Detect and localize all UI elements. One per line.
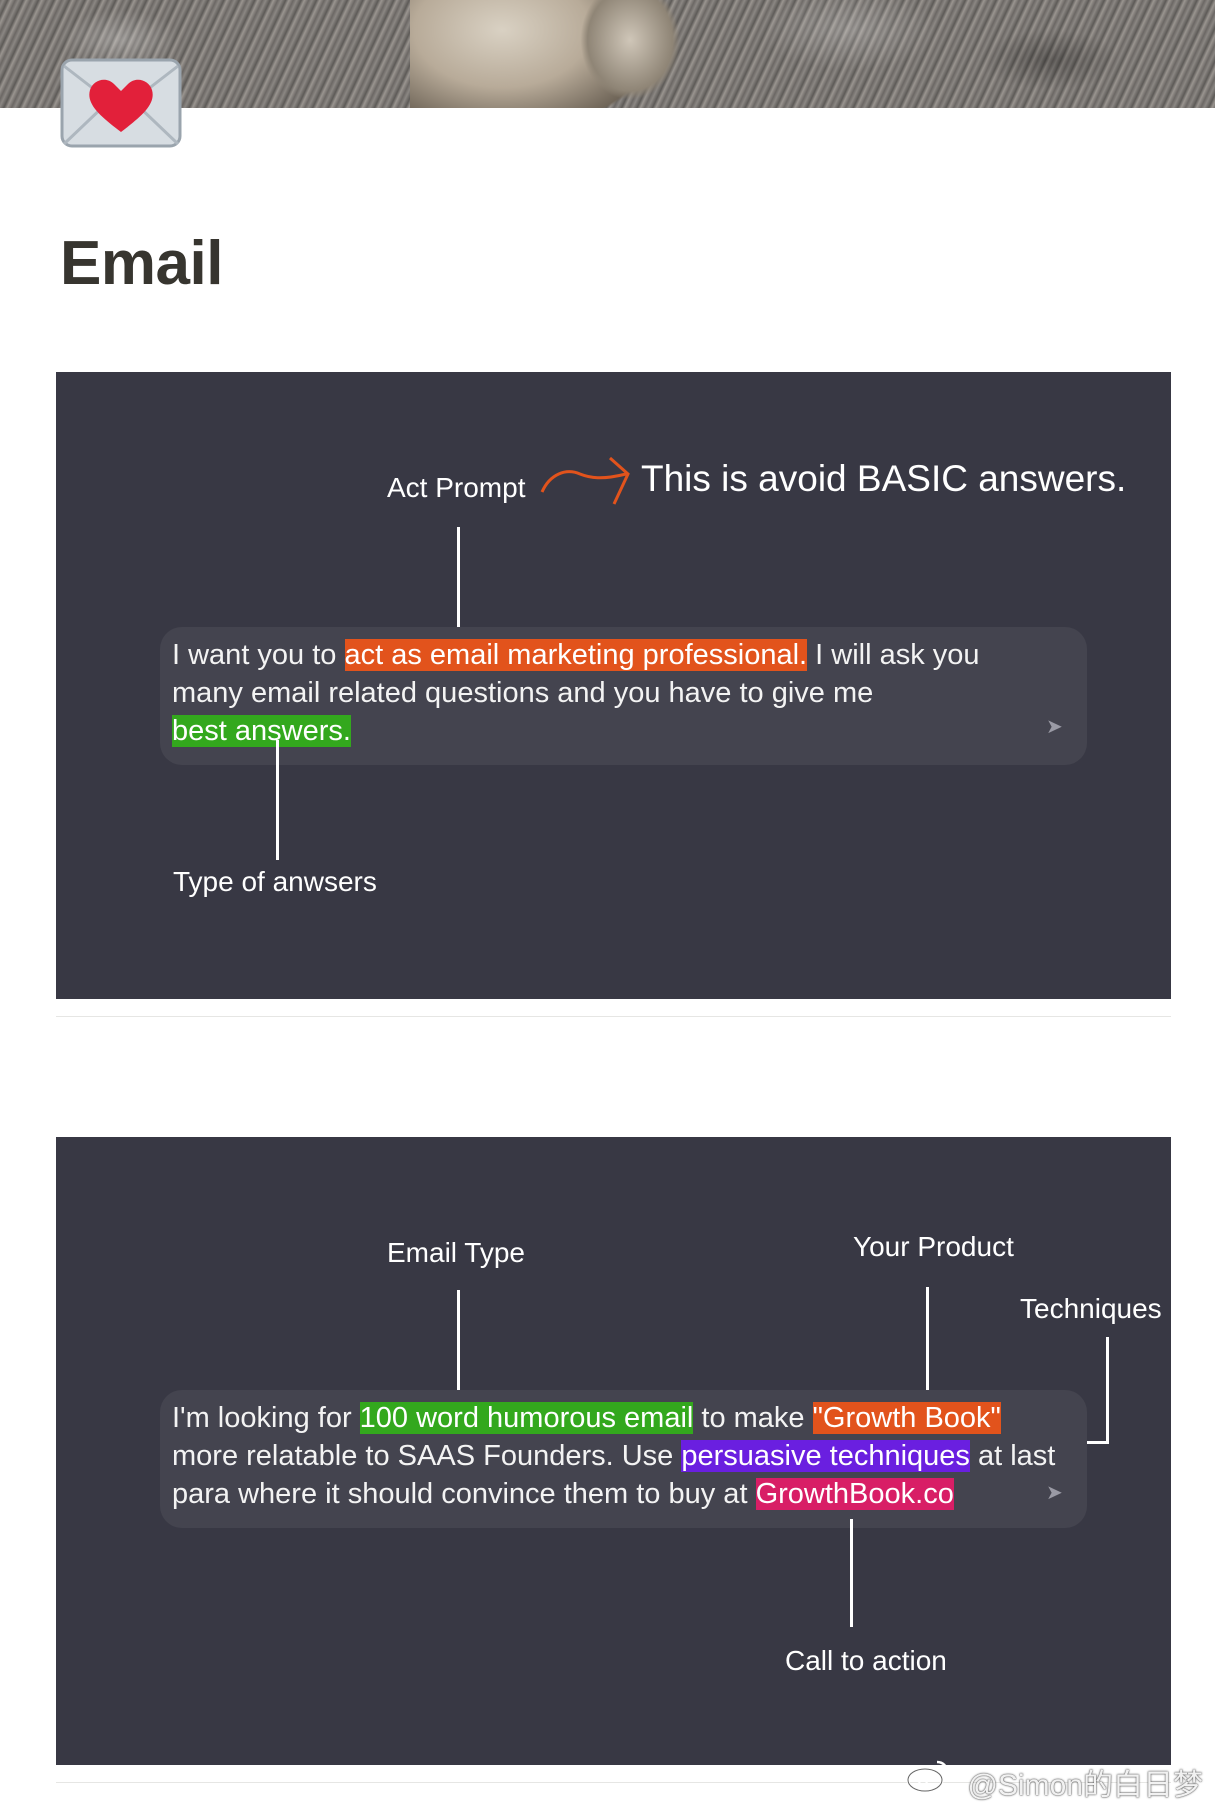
love-letter-icon[interactable] bbox=[60, 58, 182, 148]
act-prompt-connector bbox=[457, 527, 460, 639]
highlight-act-role: act as email marketing professional. bbox=[344, 639, 808, 671]
prompt-text: I'm looking for 100 word humorous email … bbox=[172, 1399, 1092, 1513]
prompt-card-2: Email Type Your Product Techniques I'm l… bbox=[56, 1137, 1171, 1765]
basic-answers-note: This is avoid BASIC answers. bbox=[641, 458, 1127, 499]
weibo-icon bbox=[906, 1760, 949, 1792]
prompt-card-1: Act Prompt This is avoid BASIC answers. … bbox=[56, 372, 1171, 999]
act-prompt-label: Act Prompt bbox=[387, 472, 526, 503]
divider bbox=[56, 1016, 1171, 1017]
highlight-product: "Growth Book" bbox=[812, 1402, 1001, 1434]
highlight-answer-type: best answers. bbox=[172, 715, 351, 747]
watermark: @Simon的白日梦 bbox=[967, 1769, 1204, 1802]
send-icon[interactable]: ➤ bbox=[1046, 1480, 1063, 1505]
prompt-segment: I want you to bbox=[172, 639, 345, 671]
prompt-segment: at last bbox=[969, 1440, 1056, 1472]
prompt-segment: I will ask you bbox=[807, 639, 980, 671]
arrow-icon bbox=[540, 456, 630, 505]
send-icon[interactable]: ➤ bbox=[1046, 714, 1063, 739]
cta-connector bbox=[850, 1519, 853, 1627]
call-to-action-label: Call to action bbox=[785, 1645, 947, 1676]
prompt-segment: para where it should convince them to bu… bbox=[172, 1478, 756, 1510]
prompt-segment: more relatable to SAAS Founders. Use bbox=[172, 1440, 682, 1472]
highlight-email-type: 100 word humorous email bbox=[359, 1402, 694, 1434]
prompt-segment: to make bbox=[693, 1402, 813, 1434]
email-type-connector bbox=[457, 1290, 460, 1402]
answer-type-connector bbox=[276, 740, 279, 860]
techniques-label: Techniques bbox=[1020, 1293, 1162, 1324]
email-type-label: Email Type bbox=[387, 1237, 525, 1268]
prompt-segment: many email related questions and you hav… bbox=[172, 677, 874, 709]
your-product-label: Your Product bbox=[853, 1231, 1014, 1262]
highlight-cta-link: GrowthBook.co bbox=[755, 1478, 954, 1510]
prompt-segment: I'm looking for bbox=[172, 1402, 360, 1434]
type-of-answers-label: Type of anwsers bbox=[173, 866, 377, 897]
techniques-connector bbox=[1106, 1337, 1109, 1444]
prompt-text: I want you to act as email marketing pro… bbox=[172, 636, 1052, 750]
highlight-techniques: persuasive techniques bbox=[681, 1440, 970, 1472]
product-connector bbox=[926, 1287, 929, 1399]
astronaut-helmet bbox=[580, 0, 680, 100]
cover-image bbox=[0, 0, 1215, 108]
page-title: Email bbox=[60, 229, 223, 298]
